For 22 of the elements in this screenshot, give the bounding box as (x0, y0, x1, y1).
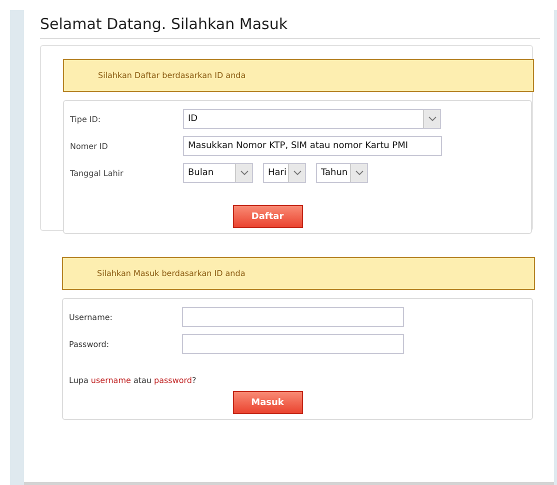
field-label: Tipe ID: (70, 114, 102, 124)
notice-banner: Silahkan Daftar berdasarkan ID anda (63, 59, 534, 92)
field-label: Password: (69, 340, 110, 348)
date-select[interactable]: Tahun (316, 163, 368, 183)
field-label: Tanggal Lahir (70, 168, 124, 178)
date-select[interactable]: Hari (263, 163, 306, 183)
forgot-text: Lupa username atau password? (69, 376, 198, 385)
notice-banner: Silahkan Masuk berdasarkan ID anda (62, 257, 535, 290)
field-label: Nomer ID (70, 142, 109, 150)
chevron-down-icon (354, 170, 364, 176)
page-title: Selamat Datang. Silahkan Masuk (40, 15, 540, 39)
field-label: Username: (69, 312, 114, 322)
username-link[interactable]: username (90, 376, 131, 385)
chevron-down-icon (428, 116, 436, 122)
password-link[interactable]: password (154, 376, 192, 385)
username-field[interactable] (182, 307, 404, 327)
id-number-field[interactable]: Masukkan Nomor KTP, SIM atau nomor Kartu PMI (183, 136, 442, 156)
chevron-down-icon (292, 170, 302, 176)
id-type-select[interactable]: ID (183, 109, 441, 129)
date-select[interactable]: Bulan (183, 163, 253, 183)
password-field[interactable] (182, 334, 404, 354)
chevron-down-icon (240, 170, 248, 176)
